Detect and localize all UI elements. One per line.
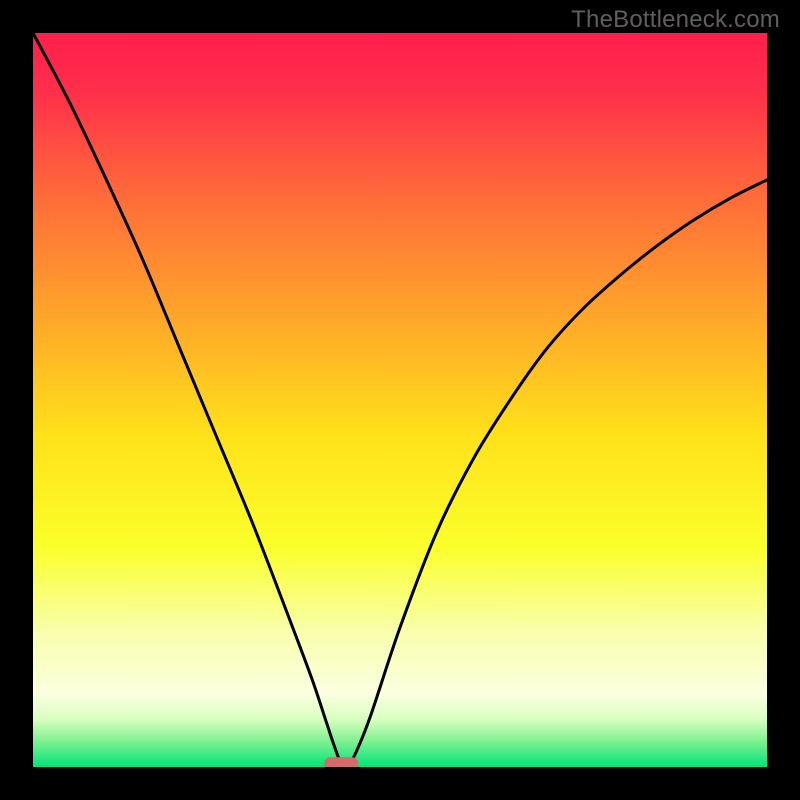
chart-svg: [33, 33, 767, 767]
watermark-text: TheBottleneck.com: [571, 6, 780, 34]
chart-frame: TheBottleneck.com: [0, 0, 800, 800]
chart-plot-area: [33, 33, 767, 767]
optimal-marker: [324, 757, 358, 767]
gradient-background: [33, 33, 767, 767]
